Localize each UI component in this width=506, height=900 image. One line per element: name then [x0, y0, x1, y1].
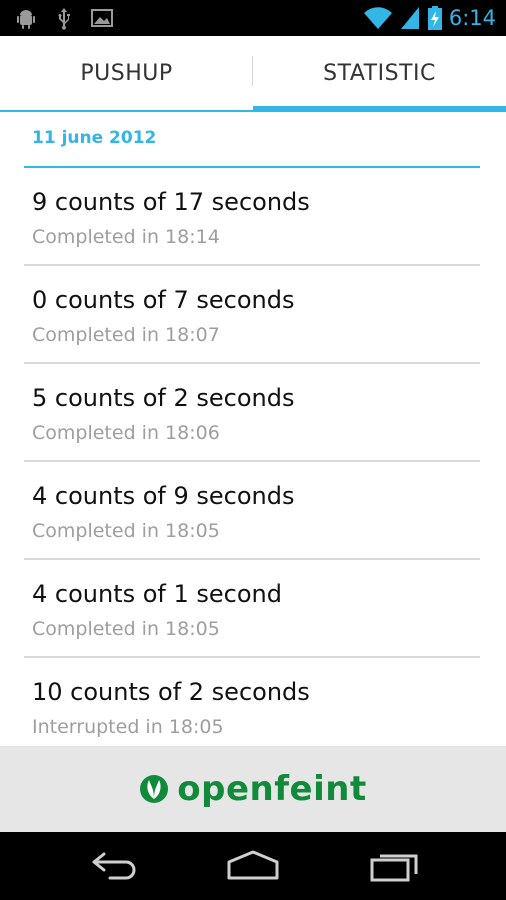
list-item[interactable]: 0 counts of 7 seconds Completed in 18:07 — [24, 266, 480, 364]
item-subtitle: Completed in 18:06 — [32, 422, 220, 444]
clock: 6:14 — [448, 6, 496, 30]
item-subtitle: Completed in 18:07 — [32, 324, 220, 346]
notification-icons — [14, 6, 114, 30]
openfeint-leaf-icon — [140, 775, 169, 803]
system-icons: 6:14 — [363, 4, 496, 32]
home-icon[interactable] — [223, 846, 283, 886]
item-subtitle: Completed in 18:05 — [32, 520, 220, 542]
recent-apps-icon[interactable] — [364, 846, 424, 886]
tab-pushup[interactable]: PUSHUP — [0, 36, 253, 110]
item-subtitle: Completed in 18:14 — [32, 226, 220, 248]
list-item[interactable]: 10 counts of 2 seconds Interrupted in 18… — [24, 658, 480, 756]
android-debug-icon — [17, 10, 35, 29]
statistic-list: 9 counts of 17 seconds Completed in 18:1… — [24, 168, 480, 756]
usb-icon — [58, 8, 70, 30]
list-item[interactable]: 4 counts of 1 second Completed in 18:05 — [24, 560, 480, 658]
tab-bar: PUSHUP STATISTIC — [0, 36, 506, 112]
status-bar: 6:14 — [0, 0, 506, 36]
openfeint-banner[interactable]: openfeint — [0, 746, 506, 832]
item-title: 10 counts of 2 seconds — [32, 678, 310, 706]
tab-statistic[interactable]: STATISTIC — [253, 36, 506, 110]
item-title: 9 counts of 17 seconds — [32, 188, 310, 216]
item-title: 4 counts of 1 second — [32, 580, 282, 608]
date-section-header: 11 june 2012 — [24, 110, 480, 168]
item-title: 0 counts of 7 seconds — [32, 286, 295, 314]
wifi-icon — [363, 7, 392, 29]
list-item[interactable]: 5 counts of 2 seconds Completed in 18:06 — [24, 364, 480, 462]
back-icon[interactable] — [82, 846, 142, 886]
item-subtitle: Completed in 18:05 — [32, 618, 220, 640]
item-subtitle: Interrupted in 18:05 — [32, 716, 224, 738]
section-date: 11 june 2012 — [32, 128, 157, 148]
list-item[interactable]: 4 counts of 9 seconds Completed in 18:05 — [24, 462, 480, 560]
image-icon — [91, 9, 113, 27]
navigation-bar — [0, 832, 506, 900]
battery-charging-icon — [427, 6, 442, 30]
signal-icon — [400, 7, 419, 29]
item-title: 4 counts of 9 seconds — [32, 482, 295, 510]
openfeint-logo-text: openfeint — [177, 769, 367, 809]
list-item[interactable]: 9 counts of 17 seconds Completed in 18:1… — [24, 168, 480, 266]
item-title: 5 counts of 2 seconds — [32, 384, 295, 412]
